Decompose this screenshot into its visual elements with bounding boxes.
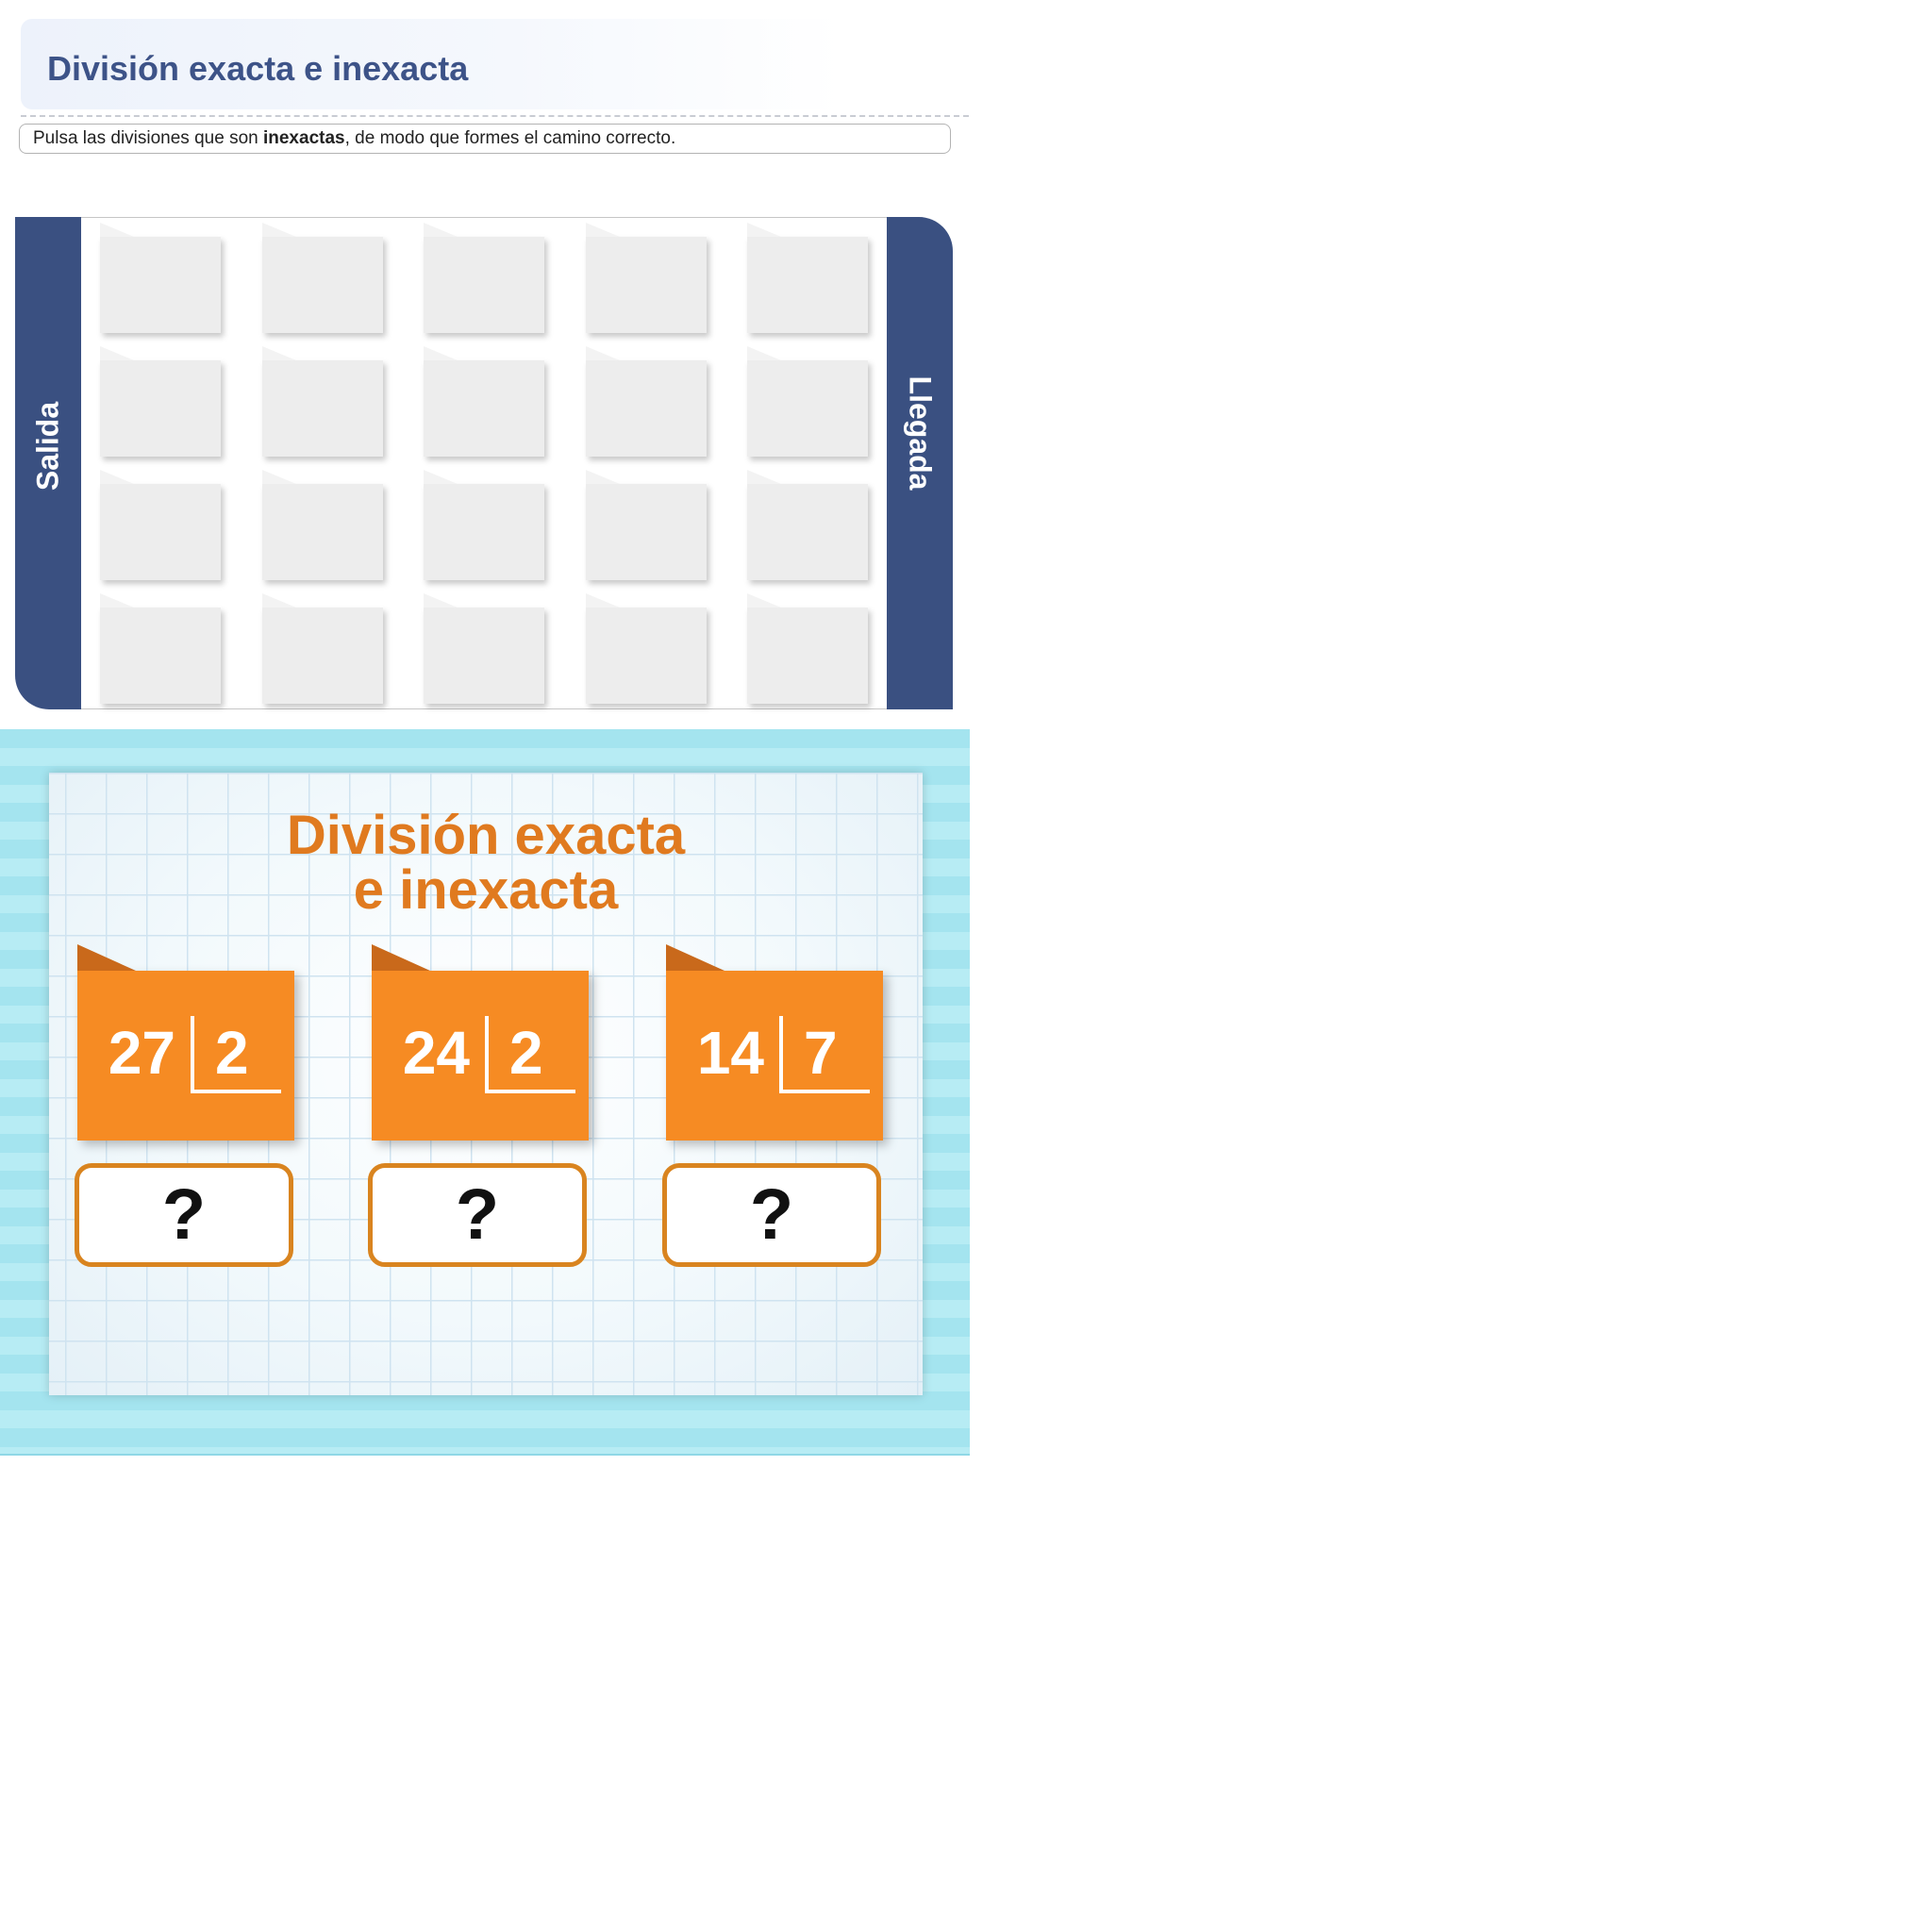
path-cell-r2-c5[interactable] [747,346,868,457]
path-cell-r3-c4[interactable] [585,470,707,580]
instruction-text-end: , de modo que formes el camino correcto. [344,128,676,148]
division-card-1[interactable]: 27 2 [77,944,294,1141]
divisor: 7 [804,1019,838,1087]
divisor: 2 [509,1019,543,1087]
path-cell-r2-c3[interactable] [424,346,544,457]
instruction-box: Pulsa las divisiones que son inexactas, … [19,124,951,154]
page: División exacta e inexacta Pulsa las div… [0,0,1932,1932]
path-cell-r3-c1[interactable] [100,470,221,580]
path-cell-r4-c3[interactable] [424,593,544,704]
path-cell-r4-c1[interactable] [100,593,221,704]
path-board: Salida Llegada [15,217,953,709]
division-card-2[interactable]: 24 2 [372,944,589,1141]
answer-box-2[interactable]: ? [368,1163,587,1267]
preview-title-line-1: División exacta [286,805,686,866]
path-cell-r1-c4[interactable] [585,223,707,333]
path-cell-r4-c5[interactable] [747,593,868,704]
division-card-3[interactable]: 14 7 [666,944,883,1141]
finish-label: Llegada [903,375,938,491]
path-cell-r4-c4[interactable] [585,593,707,704]
page-title: División exacta e inexacta [47,49,469,88]
path-cell-r3-c2[interactable] [261,470,383,580]
path-cell-r1-c1[interactable] [100,223,221,333]
path-cell-r2-c1[interactable] [100,346,221,457]
header-divider [21,115,969,117]
activity-preview: División exacta e inexacta 27 2 24 2 14 … [0,729,970,1456]
path-cell-r2-c2[interactable] [261,346,383,457]
preview-title-line-2: e inexacta [353,859,619,921]
dividend: 14 [696,1019,764,1087]
instruction-text-emphasis: inexactas [262,128,345,148]
path-cell-r3-c3[interactable] [424,470,544,580]
preview-card: División exacta e inexacta 27 2 24 2 14 … [49,773,923,1395]
preview-title: División exacta e inexacta [49,808,923,918]
instruction-text-start: Pulsa las divisiones que son [33,128,263,148]
answer-box-3[interactable]: ? [662,1163,881,1267]
start-bar: Salida [15,217,81,709]
path-cell-r4-c2[interactable] [261,593,383,704]
path-cell-r2-c4[interactable] [585,346,707,457]
start-label: Salida [30,401,65,491]
dividend: 24 [402,1019,470,1087]
path-cell-r1-c5[interactable] [747,223,868,333]
path-grid [81,217,887,709]
answer-box-1[interactable]: ? [75,1163,293,1267]
finish-bar: Llegada [887,217,953,709]
path-cell-r1-c3[interactable] [424,223,544,333]
path-cell-r3-c5[interactable] [747,470,868,580]
divisor: 2 [215,1019,249,1087]
path-cell-r1-c2[interactable] [261,223,383,333]
dividend: 27 [108,1019,175,1087]
